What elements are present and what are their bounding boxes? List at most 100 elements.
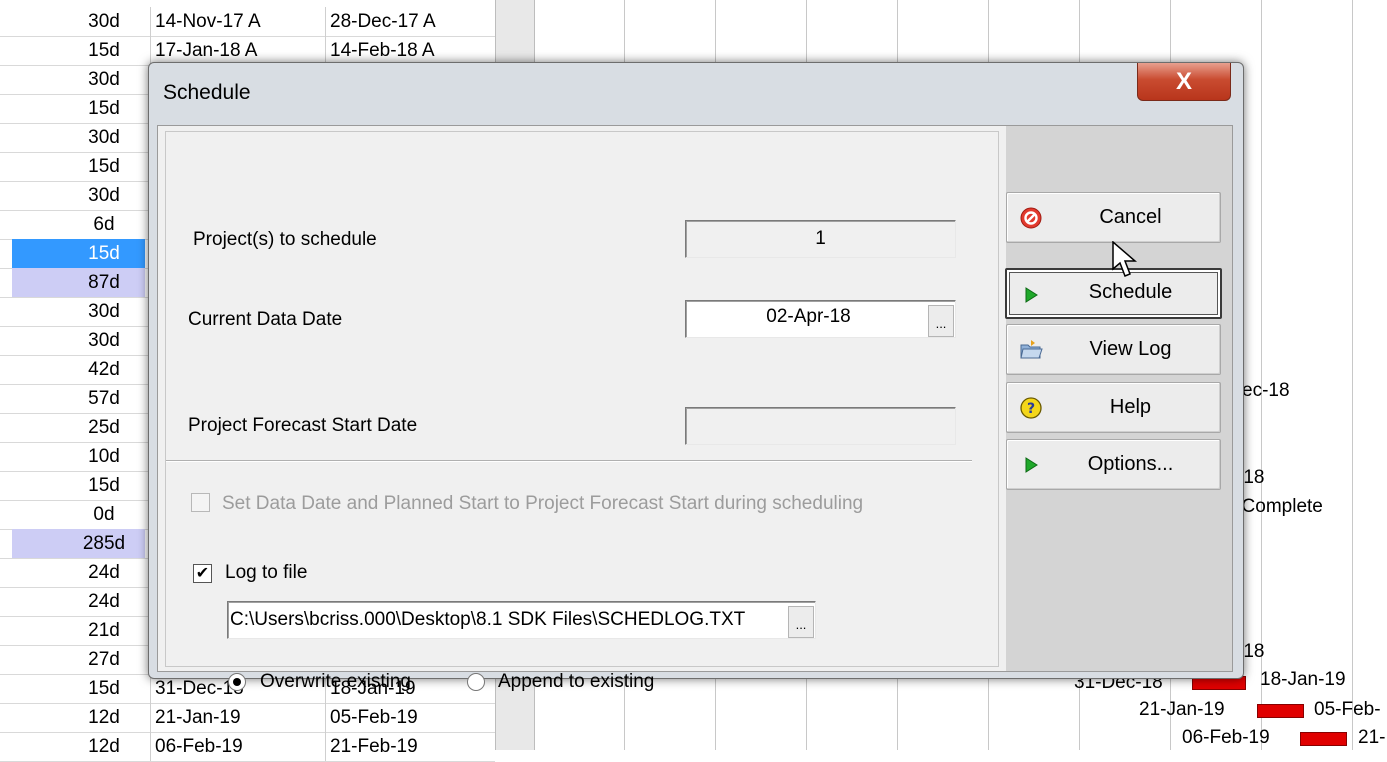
duration-value: 42d [88, 359, 120, 380]
start-cell: 14-Nov-17 A [150, 7, 325, 36]
append-existing-radio[interactable] [467, 673, 485, 691]
duration-cell: 25d [12, 413, 145, 442]
schedule-options-panel: Project(s) to schedule 1 Current Data Da… [165, 131, 999, 692]
duration-cell: 12d [12, 703, 145, 732]
duration-cell: 10d [12, 442, 145, 471]
duration-value: 30d [88, 127, 120, 148]
gantt-bar[interactable] [1300, 732, 1347, 746]
duration-value: 30d [88, 330, 120, 351]
duration-value: 24d [88, 591, 120, 612]
forecast-start-field[interactable] [685, 407, 956, 445]
duration-cell: 15d [12, 471, 145, 500]
forecast-start-label: Project Forecast Start Date [188, 415, 418, 436]
duration-cell: 15d [12, 36, 145, 65]
checkmark-icon: ✔ [195, 565, 210, 582]
duration-value: 15d [88, 678, 120, 699]
overwrite-existing-label: Overwrite existing [260, 671, 411, 692]
radio-selected-dot [233, 678, 241, 686]
log-file-path-input[interactable]: C:\Users\bcriss.000\Desktop\8.1 SDK File… [227, 601, 816, 639]
duration-value: 25d [88, 417, 120, 438]
duration-cell: 24d [12, 587, 145, 616]
current-data-date-field[interactable]: 02-Apr-18 ... [685, 300, 956, 338]
duration-value: 27d [88, 649, 120, 670]
duration-value: 12d [88, 736, 120, 757]
duration-value: 30d [88, 301, 120, 322]
duration-cell: 42d [12, 355, 145, 384]
gantt-bar-start-label: 21-Jan-19 [1139, 699, 1225, 720]
finish-cell: 05-Feb-19 [325, 703, 495, 732]
cancel-button[interactable]: Cancel [1006, 192, 1221, 243]
duration-cell: 30d [12, 297, 145, 326]
options-button[interactable]: Options... [1006, 439, 1221, 490]
duration-value: 30d [88, 11, 120, 32]
table-row[interactable]: 12d 06-Feb-19 21-Feb-19 [0, 732, 495, 762]
dialog-button-panel: Cancel Schedule View Log ? Help Options.… [1005, 126, 1232, 671]
gantt-label: f Complete [1231, 496, 1323, 517]
schedule-dialog: Schedule X Project(s) to schedule 1 Curr… [148, 62, 1244, 692]
svg-text:?: ? [1027, 401, 1035, 417]
gantt-label: ec-18 [1242, 380, 1290, 401]
view-log-button[interactable]: View Log [1006, 324, 1221, 375]
duration-cell: 30d [12, 326, 145, 355]
gantt-bar-finish-label: 05-Feb- [1314, 699, 1381, 720]
view-log-button-label: View Log [1089, 338, 1172, 360]
set-data-date-checkbox [191, 493, 210, 512]
duration-value: 30d [88, 185, 120, 206]
dialog-title: Schedule [163, 81, 251, 104]
help-icon: ? [1020, 397, 1042, 419]
duration-value: 15d [88, 156, 120, 177]
duration-value: 24d [88, 562, 120, 583]
duration-value: 15d [88, 243, 120, 264]
duration-value: 15d [88, 475, 120, 496]
current-data-date-value: 02-Apr-18 [766, 306, 851, 327]
projects-to-schedule-label: Project(s) to schedule [193, 229, 377, 250]
log-file-path-value: C:\Users\bcriss.000\Desktop\8.1 SDK File… [230, 609, 746, 630]
append-existing-label: Append to existing [498, 671, 655, 692]
duration-cell: 21d [12, 616, 145, 645]
duration-value: 57d [88, 388, 120, 409]
close-button[interactable]: X [1137, 63, 1231, 101]
log-to-file-checkbox[interactable]: ✔ [193, 564, 212, 583]
mouse-pointer-icon [1112, 241, 1138, 277]
finish-cell: 14-Feb-18 A [325, 36, 495, 65]
dialog-titlebar[interactable]: Schedule X [149, 63, 1243, 125]
gantt-bar-finish-label: 21- [1358, 727, 1386, 748]
duration-value: 285d [82, 533, 126, 554]
duration-cell: 30d [12, 7, 145, 36]
duration-cell: 15d [12, 674, 145, 703]
duration-cell: 87d [12, 268, 145, 297]
gantt-bar-finish-label: 18-Jan-19 [1260, 669, 1346, 690]
start-cell: 06-Feb-19 [150, 732, 325, 761]
duration-cell: 27d [12, 645, 145, 674]
duration-cell: 30d [12, 123, 145, 152]
overwrite-existing-radio[interactable] [228, 673, 246, 691]
duration-cell: 30d [12, 65, 145, 94]
duration-cell: 0d [12, 500, 145, 529]
projects-to-schedule-field: 1 [685, 220, 956, 258]
duration-value: 6d [93, 214, 115, 235]
log-to-file-label: Log to file [225, 562, 308, 583]
current-data-date-label: Current Data Date [188, 309, 343, 330]
data-date-picker-button[interactable]: ... [928, 305, 954, 337]
finish-cell: 28-Dec-17 A [325, 7, 495, 36]
start-cell: 21-Jan-19 [150, 703, 325, 732]
duration-cell: 24d [12, 558, 145, 587]
cancel-button-label: Cancel [1099, 206, 1162, 228]
log-file-browse-button[interactable]: ... [788, 606, 814, 638]
duration-value: 15d [88, 40, 120, 61]
finish-cell: 21-Feb-19 [325, 732, 495, 761]
play-icon [1025, 457, 1038, 473]
set-data-date-label: Set Data Date and Planned Start to Proje… [222, 493, 864, 514]
duration-value: 0d [93, 504, 115, 525]
gantt-bar[interactable] [1257, 704, 1304, 718]
table-row[interactable]: 12d 21-Jan-19 05-Feb-19 [0, 703, 495, 733]
duration-cell: 15d [12, 94, 145, 123]
help-button[interactable]: ? Help [1006, 382, 1221, 433]
duration-cell: 30d [12, 181, 145, 210]
play-icon [1025, 287, 1038, 303]
close-icon: X [1175, 67, 1192, 95]
section-divider [166, 460, 972, 462]
cancel-icon [1020, 207, 1042, 229]
table-row[interactable]: 30d 14-Nov-17 A 28-Dec-17 A [0, 7, 495, 37]
gantt-bar-start-label: 06-Feb-19 [1182, 727, 1270, 748]
